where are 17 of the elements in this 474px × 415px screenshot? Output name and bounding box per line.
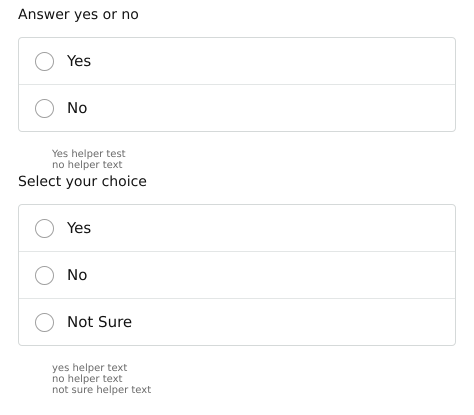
helper-text: no helper text: [52, 374, 122, 385]
helper-text: not sure helper text: [52, 385, 152, 396]
option-label[interactable]: No: [67, 99, 88, 117]
question-label: Answer yes or no: [18, 6, 139, 25]
helper-text: Yes helper test: [52, 149, 126, 160]
helper-text: no helper text: [52, 160, 122, 171]
helper-text: yes helper text: [52, 363, 128, 374]
option-label[interactable]: Yes: [67, 219, 92, 237]
option-label[interactable]: No: [67, 266, 88, 284]
radio-button[interactable]: [35, 312, 54, 332]
radio-button[interactable]: [35, 266, 54, 284]
radio-button[interactable]: [35, 218, 54, 238]
question-label: Select your choice: [18, 173, 147, 192]
option-label[interactable]: Not Sure: [67, 313, 132, 331]
radio-button[interactable]: [35, 98, 54, 118]
radio-button[interactable]: [35, 52, 54, 70]
option-label[interactable]: Yes: [67, 52, 92, 70]
